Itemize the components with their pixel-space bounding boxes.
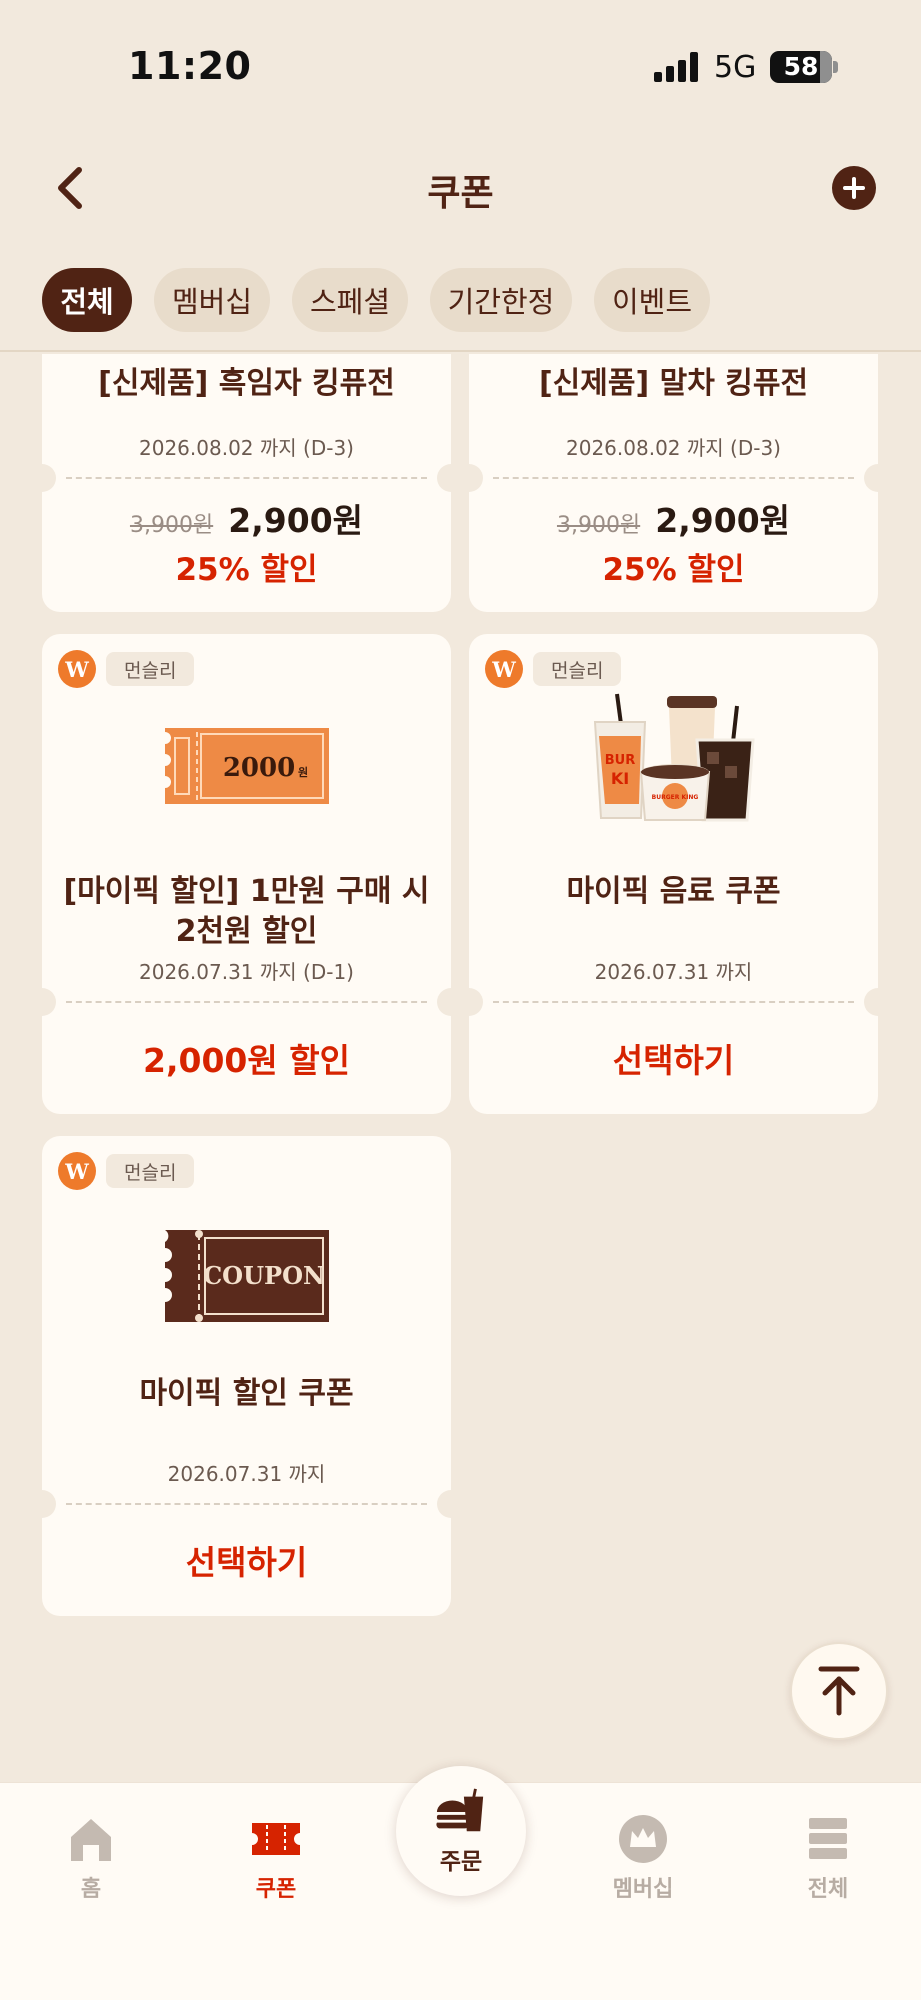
tab-membership[interactable]: 멤버십 xyxy=(154,268,270,332)
coupon-title-line2: 2천원 할인 xyxy=(175,914,318,949)
svg-text:BUR: BUR xyxy=(604,753,634,768)
nav-label: 전체 xyxy=(807,1877,849,1902)
network-label: 5G xyxy=(714,50,757,85)
nav-membership[interactable]: 멤버십 xyxy=(583,1813,703,1913)
status-time: 11:20 xyxy=(128,44,252,88)
coupon-title-line1: [마이픽 할인] 1만원 구매 시 xyxy=(63,874,430,909)
sale-price: 2,900원 xyxy=(655,501,791,540)
coupon-expiry: 2026.08.02 까지 (D-3) xyxy=(139,436,354,460)
discount-label: 25% 할인 xyxy=(602,552,745,588)
coupon-expiry: 2026.07.31 까지 xyxy=(594,960,753,984)
coupon-card[interactable]: [신제품] 말차 킹퓨전 2026.08.02 까지 (D-3) 3,900원 … xyxy=(455,354,892,612)
nav-label: 멤버십 xyxy=(612,1877,674,1902)
coupon-list: [신제품] 흑임자 킹퓨전 2026.08.02 까지 (D-3) 3,900원… xyxy=(0,354,921,1782)
original-price: 3,900원 xyxy=(556,513,641,538)
ticket-icon: 2000 원 xyxy=(164,728,329,804)
coupon-expiry: 2026.07.31 까지 (D-1) xyxy=(139,960,354,984)
nav-label: 주문 xyxy=(439,1849,483,1875)
svg-text:원: 원 xyxy=(297,765,307,779)
category-tabs: 전체 멤버십 스페셜 기간한정 이벤트 xyxy=(0,264,921,352)
discount-label: 25% 할인 xyxy=(175,552,318,588)
tab-event[interactable]: 이벤트 xyxy=(594,268,710,332)
battery-level: 58 xyxy=(783,52,819,81)
brand-badge: 먼슬리 xyxy=(106,1154,195,1188)
coupon-title: [신제품] 말차 킹퓨전 xyxy=(538,366,809,401)
coupon-card[interactable]: W 먼슬리 2000 원 [마이픽 할인] 1만원 구매 시 2천원 할인 20… xyxy=(28,634,465,1114)
brand-logo: W xyxy=(58,650,96,688)
select-button[interactable]: 선택하기 xyxy=(42,1536,451,1584)
tab-all[interactable]: 전체 xyxy=(42,268,132,332)
coupon-title: [신제품] 흑임자 킹퓨전 xyxy=(98,366,395,401)
nav-order-button[interactable]: 주문 xyxy=(396,1766,526,1896)
drinks-image: BUR KI BURGER KING xyxy=(469,692,878,824)
add-coupon-button[interactable] xyxy=(832,166,876,210)
signal-icon xyxy=(654,52,700,82)
coupon-ticket-icon: COUPON xyxy=(164,1230,329,1322)
scroll-top-button[interactable] xyxy=(790,1642,888,1740)
coupon-card[interactable]: W 먼슬리 COUPON 마이픽 할인 쿠폰 2026.07.31 까지 선택하… xyxy=(28,1136,465,1616)
discount-button[interactable]: 2,000원 할인 xyxy=(42,1034,451,1082)
brand-badge: 먼슬리 xyxy=(533,652,622,686)
svg-text:KI: KI xyxy=(610,769,628,788)
tab-limited[interactable]: 기간한정 xyxy=(430,268,572,332)
plus-icon xyxy=(843,177,865,199)
coupon-expiry: 2026.07.31 까지 xyxy=(167,1462,326,1486)
nav-label: 쿠폰 xyxy=(255,1877,297,1902)
header: 쿠폰 xyxy=(0,130,921,250)
coupon-expiry: 2026.08.02 까지 (D-3) xyxy=(566,436,781,460)
brand-logo: W xyxy=(485,650,523,688)
svg-text:2000: 2000 xyxy=(222,753,294,783)
tab-special[interactable]: 스페셜 xyxy=(292,268,408,332)
burger-drink-icon xyxy=(435,1786,487,1838)
nav-label: 홈 xyxy=(80,1877,102,1902)
svg-text:COUPON: COUPON xyxy=(203,1261,325,1290)
coupon-title: 마이픽 음료 쿠폰 xyxy=(566,874,781,909)
brand-logo: W xyxy=(58,1152,96,1190)
coupon-card[interactable]: W 먼슬리 BUR KI BURGER KING 마이픽 음료 쿠폰 2026.… xyxy=(455,634,892,1114)
nav-all[interactable]: 전체 xyxy=(768,1813,888,1913)
nav-home[interactable]: 홈 xyxy=(31,1813,151,1913)
ticket-icon xyxy=(250,1813,302,1865)
drinks-icon: BUR KI BURGER KING xyxy=(593,693,755,822)
svg-text:BURGER KING: BURGER KING xyxy=(651,794,698,801)
arrow-up-icon xyxy=(818,1666,860,1716)
stack-icon xyxy=(802,1813,854,1865)
ticket-image: 2000 원 xyxy=(42,726,451,806)
page-title: 쿠폰 xyxy=(427,173,494,214)
original-price: 3,900원 xyxy=(129,513,214,538)
nav-coupon[interactable]: 쿠폰 xyxy=(216,1813,336,1913)
status-bar: 11:20 5G 58 xyxy=(0,0,921,130)
sale-price: 2,900원 xyxy=(228,501,364,540)
select-button[interactable]: 선택하기 xyxy=(469,1034,878,1082)
crown-icon xyxy=(617,1813,669,1865)
battery-icon: 58 xyxy=(770,51,832,83)
coupon-ticket-image: COUPON xyxy=(42,1228,451,1324)
coupon-card[interactable]: [신제품] 흑임자 킹퓨전 2026.08.02 까지 (D-3) 3,900원… xyxy=(28,354,465,612)
coupon-title: 마이픽 할인 쿠폰 xyxy=(139,1376,354,1411)
brand-badge: 먼슬리 xyxy=(106,652,195,686)
home-icon xyxy=(65,1813,117,1865)
